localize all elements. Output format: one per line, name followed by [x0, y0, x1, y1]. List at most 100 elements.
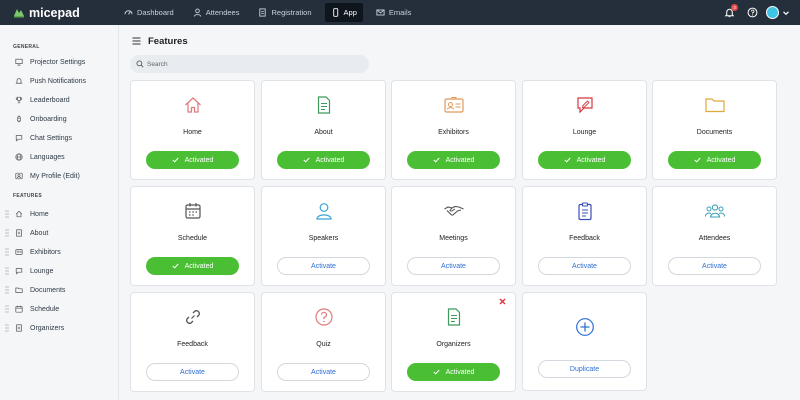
search-bar: [130, 55, 369, 73]
sidebar-item-label: Chat Settings: [30, 134, 73, 142]
feature-name: Schedule: [177, 235, 208, 242]
feature-card-meetings: Meetings Activate: [391, 186, 516, 286]
check-icon: [433, 369, 440, 375]
sidebar-item-lounge[interactable]: Lounge: [0, 264, 118, 278]
feature-card-exhibitors: Exhibitors Activated: [391, 80, 516, 180]
feature-card-schedule: Schedule Activated: [130, 186, 255, 286]
feature-card-lounge: Lounge Activated: [522, 80, 647, 180]
sidebar-item-schedule[interactable]: Schedule: [0, 302, 118, 316]
sidebar-item-home[interactable]: Home: [0, 207, 118, 221]
handshake-icon: [443, 201, 465, 221]
feature-card-home: Home Activated: [130, 80, 255, 180]
micepad-logo-icon: [13, 7, 25, 19]
sidebar-section-features: FEATURES: [13, 193, 42, 199]
sidebar-item-label: My Profile (Edit): [30, 172, 80, 180]
top-bar: micepad Dashboard Attendees Registration…: [0, 0, 800, 25]
chat-icon: [575, 95, 595, 115]
drag-handle-icon[interactable]: [5, 286, 9, 294]
sidebar-item-label: Lounge: [30, 267, 54, 275]
nav-registration[interactable]: Registration: [252, 3, 317, 22]
sidebar-item-projector-settings[interactable]: Projector Settings: [0, 55, 118, 69]
nav-dashboard[interactable]: Dashboard: [118, 3, 180, 22]
sidebar-item-label: About: [30, 229, 49, 237]
sidebar-item-documents[interactable]: Documents: [0, 283, 118, 297]
home-icon: [15, 210, 23, 218]
sidebar-section-general: GENERAL: [13, 44, 40, 50]
button-label: Activated: [576, 156, 606, 164]
activate-button[interactable]: Activate: [277, 363, 370, 381]
feature-card-attendees: Attendees Activate: [652, 186, 777, 286]
activated-button[interactable]: Activated: [146, 257, 239, 275]
top-right-controls: 3: [724, 0, 790, 25]
folder-icon: [15, 286, 23, 294]
drag-handle-icon[interactable]: [5, 267, 9, 275]
activated-button[interactable]: Activated: [277, 151, 370, 169]
mobile-icon: [331, 8, 340, 17]
id-card-icon: [15, 248, 23, 256]
menu-toggle[interactable]: [132, 37, 141, 45]
sidebar-item-label: Languages: [30, 153, 65, 161]
activated-button[interactable]: Activated: [407, 363, 500, 381]
nav-attendees[interactable]: Attendees: [187, 3, 246, 22]
sidebar-item-label: Onboarding: [30, 115, 67, 123]
sidebar-item-push-notifications[interactable]: Push Notifications: [0, 74, 118, 88]
sidebar-item-my-profile[interactable]: My Profile (Edit): [0, 169, 118, 183]
sidebar-item-label: Exhibitors: [30, 248, 61, 256]
sidebar-item-chat-settings[interactable]: Chat Settings: [0, 131, 118, 145]
drag-handle-icon[interactable]: [5, 210, 9, 218]
account-menu-toggle[interactable]: [782, 9, 790, 17]
search-input[interactable]: [147, 58, 357, 70]
button-label: Activated: [184, 156, 214, 164]
notifications-button[interactable]: 3: [724, 4, 738, 18]
sidebar-item-organizers[interactable]: Organizers: [0, 321, 118, 335]
document-icon: [15, 229, 23, 237]
remove-feature-button[interactable]: [499, 298, 506, 305]
check-icon: [172, 157, 179, 163]
brand[interactable]: micepad: [0, 6, 118, 20]
chat-icon: [15, 267, 23, 275]
drag-handle-icon[interactable]: [5, 229, 9, 237]
check-icon: [433, 157, 440, 163]
feature-name: Feedback: [177, 341, 208, 348]
drag-handle-icon[interactable]: [5, 248, 9, 256]
activated-button[interactable]: Activated: [146, 151, 239, 169]
sidebar-item-languages[interactable]: Languages: [0, 150, 118, 164]
feature-card-organizers: Organizers Activated: [391, 292, 516, 392]
activate-button[interactable]: Activate: [407, 257, 500, 275]
group-icon: [704, 201, 726, 221]
sidebar-item-label: Organizers: [30, 324, 65, 332]
duplicate-button[interactable]: Duplicate: [538, 360, 631, 378]
activated-button[interactable]: Activated: [407, 151, 500, 169]
brand-name: micepad: [29, 5, 80, 20]
avatar[interactable]: [766, 6, 779, 19]
home-icon: [183, 95, 203, 115]
drag-handle-icon[interactable]: [5, 324, 9, 332]
drag-handle-icon[interactable]: [5, 305, 9, 313]
sidebar-item-label: Projector Settings: [30, 58, 86, 66]
activated-button[interactable]: Activated: [668, 151, 761, 169]
feature-name: Documents: [696, 129, 733, 136]
activate-button[interactable]: Activate: [146, 363, 239, 381]
sidebar-item-leaderboard[interactable]: Leaderboard: [0, 93, 118, 107]
activated-button[interactable]: Activated: [538, 151, 631, 169]
sidebar-item-onboarding[interactable]: Onboarding: [0, 112, 118, 126]
profile-icon: [15, 172, 23, 180]
sidebar-item-label: Schedule: [30, 305, 60, 313]
activate-button[interactable]: Activate: [277, 257, 370, 275]
feature-name: Lounge: [572, 129, 597, 136]
bell-icon: [15, 77, 23, 85]
feature-name: Attendees: [698, 235, 731, 242]
sidebar-item-about[interactable]: About: [0, 226, 118, 240]
page-title: Features: [148, 36, 188, 47]
feature-card-speakers: Speakers Activate: [261, 186, 386, 286]
feature-name: Quiz: [316, 341, 331, 348]
dashboard-icon: [124, 8, 133, 17]
nav-app[interactable]: App: [324, 3, 363, 22]
id-card-icon: [443, 95, 465, 115]
help-button[interactable]: [747, 7, 758, 18]
activate-button[interactable]: Activate: [538, 257, 631, 275]
nav-emails[interactable]: Emails: [370, 3, 418, 22]
sidebar-item-exhibitors[interactable]: Exhibitors: [0, 245, 118, 259]
projector-icon: [15, 58, 23, 66]
activate-button[interactable]: Activate: [668, 257, 761, 275]
